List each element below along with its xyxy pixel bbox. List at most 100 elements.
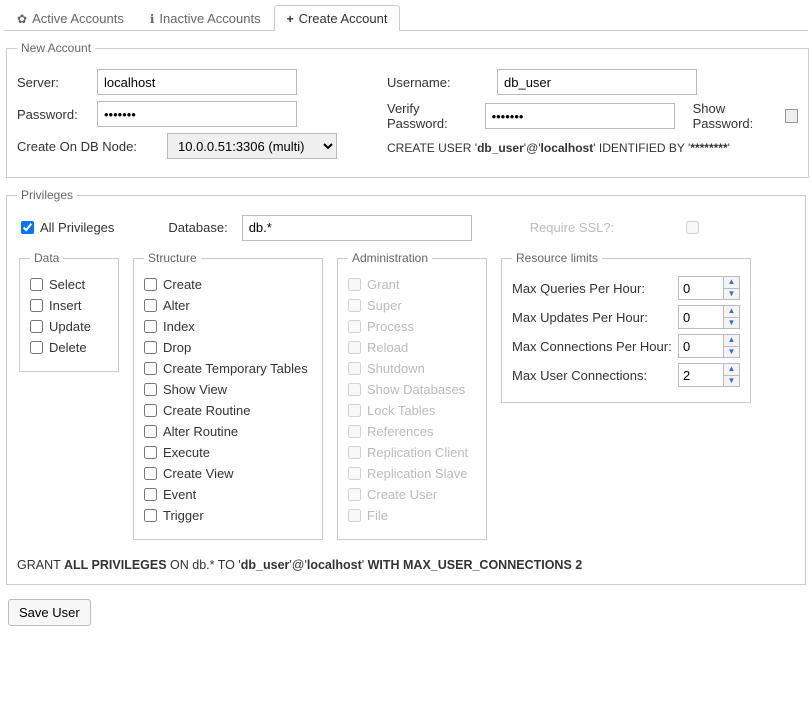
- verify-password-input[interactable]: [485, 103, 675, 129]
- priv-create-view[interactable]: Create View: [144, 466, 312, 481]
- spinner-up-icon[interactable]: ▲: [724, 335, 739, 347]
- priv-checkbox: [348, 299, 361, 312]
- spinner-up-icon[interactable]: ▲: [724, 277, 739, 289]
- priv-checkbox[interactable]: [144, 383, 157, 396]
- database-input[interactable]: [242, 215, 472, 241]
- info-icon: ℹ: [150, 12, 155, 26]
- priv-label: Replication Client: [367, 445, 468, 460]
- resource-label: Max User Connections:: [512, 368, 647, 383]
- priv-create-temporary-tables[interactable]: Create Temporary Tables: [144, 361, 312, 376]
- tab-label: Create Account: [299, 11, 388, 26]
- priv-select[interactable]: Select: [30, 277, 108, 292]
- gear-icon: ✿: [17, 12, 27, 26]
- priv-checkbox[interactable]: [30, 320, 43, 333]
- priv-checkbox: [348, 446, 361, 459]
- password-input[interactable]: [97, 101, 297, 127]
- resource-spinner[interactable]: ▲▼: [678, 305, 740, 329]
- priv-label: Super: [367, 298, 402, 313]
- new-account-fieldset: New Account Server: Password: Create On …: [6, 41, 809, 178]
- priv-checkbox: [348, 488, 361, 501]
- all-privileges-checkbox[interactable]: [21, 221, 34, 234]
- priv-label: Alter Routine: [163, 424, 238, 439]
- priv-checkbox[interactable]: [144, 362, 157, 375]
- priv-delete[interactable]: Delete: [30, 340, 108, 355]
- all-privileges-label: All Privileges: [40, 220, 114, 235]
- resource-row: Max User Connections: ▲▼: [512, 363, 740, 387]
- resource-input[interactable]: [678, 276, 724, 300]
- priv-process: Process: [348, 319, 476, 334]
- priv-checkbox[interactable]: [144, 404, 157, 417]
- priv-update[interactable]: Update: [30, 319, 108, 334]
- db-node-select[interactable]: 10.0.0.51:3306 (multi): [167, 133, 337, 159]
- resource-spinner[interactable]: ▲▼: [678, 334, 740, 358]
- structure-legend: Structure: [144, 251, 201, 265]
- server-label: Server:: [17, 75, 97, 90]
- priv-checkbox[interactable]: [30, 299, 43, 312]
- resource-spinner[interactable]: ▲▼: [678, 363, 740, 387]
- verify-password-label: Verify Password:: [387, 101, 485, 131]
- priv-show-view[interactable]: Show View: [144, 382, 312, 397]
- priv-checkbox: [348, 425, 361, 438]
- priv-execute[interactable]: Execute: [144, 445, 312, 460]
- priv-checkbox[interactable]: [144, 509, 157, 522]
- spinner-down-icon[interactable]: ▼: [724, 347, 739, 358]
- spinner-down-icon[interactable]: ▼: [724, 376, 739, 387]
- priv-insert[interactable]: Insert: [30, 298, 108, 313]
- spinner-up-icon[interactable]: ▲: [724, 306, 739, 318]
- priv-checkbox[interactable]: [144, 467, 157, 480]
- priv-create-user: Create User: [348, 487, 476, 502]
- create-user-statement: CREATE USER 'db_user'@'localhost' IDENTI…: [387, 141, 798, 155]
- priv-checkbox[interactable]: [144, 299, 157, 312]
- priv-create[interactable]: Create: [144, 277, 312, 292]
- spinner-up-icon[interactable]: ▲: [724, 364, 739, 376]
- priv-lock-tables: Lock Tables: [348, 403, 476, 418]
- priv-label: Show Databases: [367, 382, 465, 397]
- database-label: Database:: [168, 220, 227, 235]
- priv-label: Grant: [367, 277, 400, 292]
- priv-label: Event: [163, 487, 196, 502]
- username-input[interactable]: [497, 69, 697, 95]
- priv-checkbox[interactable]: [144, 320, 157, 333]
- priv-label: Create User: [367, 487, 437, 502]
- resource-input[interactable]: [678, 305, 724, 329]
- priv-alter-routine[interactable]: Alter Routine: [144, 424, 312, 439]
- save-user-button[interactable]: Save User: [8, 599, 91, 626]
- spinner-down-icon[interactable]: ▼: [724, 289, 739, 300]
- priv-checkbox[interactable]: [144, 446, 157, 459]
- priv-create-routine[interactable]: Create Routine: [144, 403, 312, 418]
- tab-active-accounts[interactable]: ✿ Active Accounts: [4, 5, 137, 31]
- server-input[interactable]: [97, 69, 297, 95]
- priv-grant: Grant: [348, 277, 476, 292]
- priv-checkbox[interactable]: [144, 425, 157, 438]
- tab-label: Inactive Accounts: [159, 11, 260, 26]
- create-on-label: Create On DB Node:: [17, 139, 167, 154]
- all-privileges-row[interactable]: All Privileges: [21, 220, 114, 235]
- priv-checkbox: [348, 467, 361, 480]
- priv-drop[interactable]: Drop: [144, 340, 312, 355]
- priv-checkbox[interactable]: [144, 488, 157, 501]
- priv-trigger[interactable]: Trigger: [144, 508, 312, 523]
- tab-create-account[interactable]: + Create Account: [274, 5, 401, 31]
- resource-input[interactable]: [678, 363, 724, 387]
- priv-label: Shutdown: [367, 361, 425, 376]
- priv-label: Insert: [49, 298, 82, 313]
- priv-index[interactable]: Index: [144, 319, 312, 334]
- priv-checkbox[interactable]: [30, 278, 43, 291]
- priv-checkbox[interactable]: [144, 341, 157, 354]
- priv-label: Create View: [163, 466, 234, 481]
- spinner-down-icon[interactable]: ▼: [724, 318, 739, 329]
- priv-checkbox[interactable]: [144, 278, 157, 291]
- priv-label: Execute: [163, 445, 210, 460]
- priv-label: Delete: [49, 340, 87, 355]
- priv-alter[interactable]: Alter: [144, 298, 312, 313]
- priv-event[interactable]: Event: [144, 487, 312, 502]
- require-ssl-checkbox: [686, 221, 699, 234]
- priv-label: Reload: [367, 340, 408, 355]
- resource-spinner[interactable]: ▲▼: [678, 276, 740, 300]
- tab-inactive-accounts[interactable]: ℹ Inactive Accounts: [137, 5, 274, 31]
- resource-input[interactable]: [678, 334, 724, 358]
- show-password-checkbox[interactable]: [785, 109, 798, 123]
- priv-checkbox: [348, 383, 361, 396]
- priv-checkbox[interactable]: [30, 341, 43, 354]
- data-privs: Data SelectInsertUpdateDelete: [19, 251, 119, 372]
